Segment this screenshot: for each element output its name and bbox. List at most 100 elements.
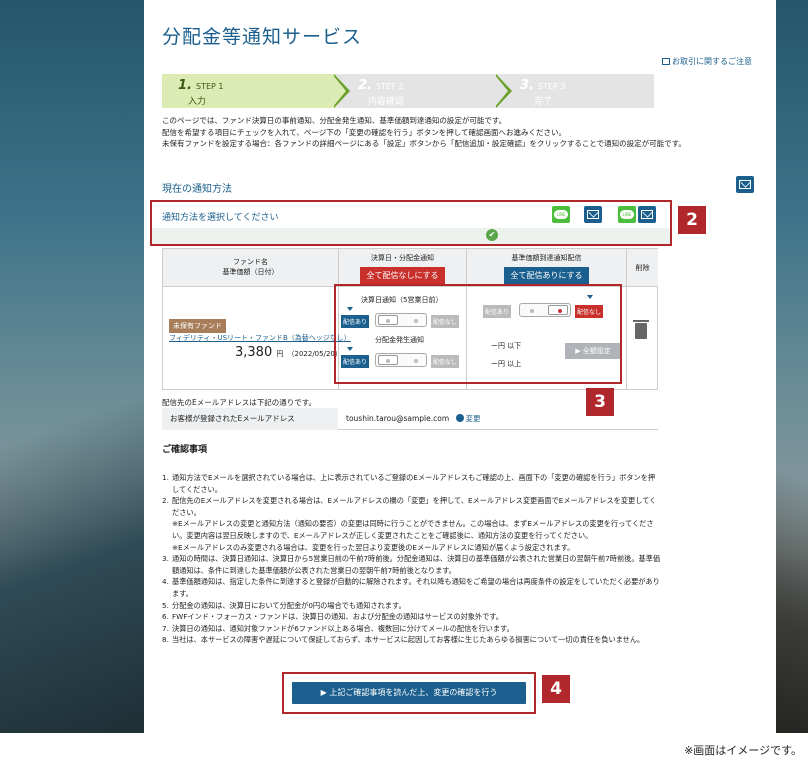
all-on-button[interactable]: 全て配信ありにする: [504, 267, 589, 284]
notice-link[interactable]: お取引に関するご注意: [662, 56, 752, 67]
note-item: 1. 通知方法でEメールを選択されている場合は、上に表示されているご登録のEメール…: [162, 472, 662, 495]
intro-line: 未保有ファンドを設定する場合：各ファンドの詳細ページにある「設定」ボタンから「配…: [162, 139, 686, 148]
threshold-header: 基準価額到達通知配信 全て配信ありにする: [467, 249, 627, 287]
note-item: 2. 配信先のEメールアドレスを変更される場合は、Eメールアドレスの欄の「変更」を…: [162, 495, 662, 518]
note-text: 配信先のEメールアドレスを変更される場合は、Eメールアドレスの欄の「変更」を押し…: [172, 496, 657, 517]
delete-header: 削除: [627, 249, 658, 287]
price-value: 3,380: [235, 345, 273, 360]
note-num: 8.: [162, 635, 169, 645]
fund-price: 3,380 円 （2022/05/20）: [235, 345, 342, 360]
confirm-highlight: ▶ 上記ご確認事項を読んだ上、変更の確認を行う: [282, 672, 536, 714]
line-icon-text: LINE: [554, 210, 568, 219]
callout-badge-4: 4: [542, 675, 570, 703]
note-text: 決算日の通知は、通知対象ファンドが6ファンド以上ある場合、複数回に分けてメールの…: [172, 623, 514, 633]
change-email-link[interactable]: 変更: [455, 414, 481, 423]
selection-strip: [152, 228, 670, 244]
step-1: 1. STEP 1 入力: [162, 74, 340, 108]
fund-name-link[interactable]: フィデリティ・USリート・ファンドB（為替ヘッジなし）: [169, 333, 351, 343]
note-num: 5.: [162, 600, 169, 610]
fund-cell: 未保有ファンド フィデリティ・USリート・ファンドB（為替ヘッジなし） 3,38…: [163, 287, 351, 389]
note-item: 4. 基準価額通知は、指定した条件に到達すると登録が自動的に解除されます。それ以降…: [162, 576, 662, 599]
email-value: toushin.tarou@sample.com: [346, 414, 450, 423]
line-option-icon[interactable]: LINE: [552, 206, 570, 223]
note-text: 通知の時間は、決算日通知は、決算日から5営業日前の午前7時前後。分配金通知は、決…: [172, 554, 661, 575]
note-text: ※Eメールアドレスのみ変更される場合は、変更を行った翌日より変更後のEメールアド…: [172, 542, 575, 552]
callout-badge-3: 3: [586, 388, 614, 416]
settle-header: 決算日・分配金通知 全て配信なしにする: [339, 249, 467, 287]
current-mail-icon: [736, 176, 754, 193]
note-text: 当社は、本サービスの障害や遅延について保証しておらず、本サービスに起因してお客様…: [172, 635, 645, 645]
email-table: お客様が登録されたEメールアドレス toushin.tarou@sample.c…: [162, 408, 658, 430]
note-num: 2.: [162, 496, 169, 506]
step-1-label: STEP 1: [195, 82, 224, 91]
price-unit: 円: [276, 350, 284, 358]
fund-header-name: ファンド名: [233, 258, 268, 266]
note-text: 分配金の通知は、決算日において分配金が0円の場合でも通知されます。: [172, 600, 406, 610]
line-icon-text: LINE: [620, 210, 634, 219]
footnote: ※画面はイメージです。: [684, 744, 802, 757]
step-2-sub: 内容確認: [368, 97, 405, 107]
step-arrow-inner: [332, 74, 346, 108]
page-title: 分配金等通知サービス: [162, 26, 363, 48]
step-1-sub: 入力: [188, 97, 207, 107]
step-1-num: 1.: [178, 78, 192, 93]
note-num: 7.: [162, 623, 169, 633]
fund-header: ファンド名 基準価額（日付）: [163, 249, 339, 287]
step-arrow-inner: [494, 74, 508, 108]
intro-line: 配信を希望する項目にチェックを入れて、ページ下の「変更の確認を行う」ボタンを押し…: [162, 127, 567, 137]
note-text: FWFインド・フォーカス・ファンドは、決算日の通知、および分配金の通知はサービス…: [172, 612, 503, 622]
note-num: 1.: [162, 473, 169, 482]
step-2: 2. STEP 2 内容確認: [336, 74, 500, 108]
main-panel: 分配金等通知サービス お取引に関するご注意 1. STEP 1 入力 2. STEP…: [144, 0, 776, 733]
confirm-changes-button[interactable]: ▶ 上記ご確認事項を読んだ上、変更の確認を行う: [292, 682, 526, 704]
step-2-label: STEP 2: [375, 82, 404, 91]
step-indicator: 1. STEP 1 入力 2. STEP 2 内容確認 3. STEP 3 完了: [162, 74, 654, 108]
note-subitem: ※Eメールアドレスのみ変更される場合は、変更を行った翌日より変更後のEメールアド…: [162, 542, 662, 554]
note-text: ※Eメールアドレスの変更と通知方法（通知の要否）の変更は同時に行うことができませ…: [172, 519, 654, 540]
note-item: 3. 通知の時間は、決算日通知は、決算日から5営業日前の午前7時前後。分配金通知は…: [162, 553, 662, 576]
change-email-label: 変更: [465, 414, 481, 423]
note-item: 6. FWFインド・フォーカス・ファンドは、決算日の通知、および分配金の通知はサー…: [162, 611, 662, 623]
step-3-sub: 完了: [534, 97, 553, 107]
note-item: 7. 決算日の通知は、通知対象ファンドが6ファンド以上ある場合、複数回に分けてメー…: [162, 623, 662, 635]
email-note: 配信先のEメールアドレスは下記の通りです。: [162, 398, 316, 407]
line-mail-option-mail-icon[interactable]: [638, 206, 656, 223]
confirm-title: ご確認事項: [162, 445, 208, 455]
note-item: 5. 分配金の通知は、決算日において分配金が0円の場合でも通知されます。: [162, 600, 662, 612]
confirm-notes: 1. 通知方法でEメールを選択されている場合は、上に表示されているご登録のEメール…: [162, 472, 662, 646]
step-3-num: 3.: [520, 78, 534, 93]
settle-header-label: 決算日・分配金通知: [371, 254, 434, 262]
select-method-label: 通知方法を選択してください: [162, 213, 279, 223]
window-icon: [662, 58, 670, 65]
intro-line: このページでは、ファンド決算日の事前通知、分配金発生通知、基準価額到達通知の設定…: [162, 116, 507, 125]
check-icon: ✔: [486, 229, 498, 241]
note-num: 3.: [162, 554, 169, 564]
note-num: 4.: [162, 577, 169, 587]
fund-header-price: 基準価額（日付）: [222, 268, 279, 276]
line-mail-option-line-icon[interactable]: LINE: [618, 206, 636, 223]
current-method-heading: 現在の通知方法: [162, 184, 232, 195]
delete-cell: [627, 287, 658, 389]
note-num: 6.: [162, 612, 169, 622]
note-text: 基準価額通知は、指定した条件に到達すると登録が自動的に解除されます。それ以降も通…: [172, 577, 660, 598]
step-2-num: 2.: [358, 78, 372, 93]
note-text: 通知方法でEメールを選択されている場合は、上に表示されているご登録のEメールアド…: [172, 473, 656, 494]
email-value-row: toushin.tarou@sample.com 変更: [346, 408, 481, 430]
unowned-badge: 未保有ファンド: [169, 319, 226, 333]
mail-option-icon[interactable]: [584, 206, 602, 223]
background-mountain-left: [0, 300, 150, 733]
note-item: 8. 当社は、本サービスの障害や遅延について保証しておらず、本サービスに起因してお…: [162, 634, 662, 646]
trash-icon[interactable]: [633, 320, 649, 339]
email-header: お客様が登録されたEメールアドレス: [162, 408, 338, 430]
intro-text: このページでは、ファンド決算日の事前通知、分配金発生通知、基準価額到達通知の設定…: [162, 115, 762, 150]
highlight-toggles: [334, 284, 622, 384]
note-subitem: ※Eメールアドレスの変更と通知方法（通知の要否）の変更は同時に行うことができませ…: [162, 518, 662, 541]
step-3: 3. STEP 3 完了: [498, 74, 654, 108]
all-off-button[interactable]: 全て配信なしにする: [360, 267, 445, 284]
callout-badge-2: 2: [678, 206, 706, 234]
select-method-box: 通知方法を選択してください LINE LINE ✔: [150, 200, 672, 246]
notice-link-label: お取引に関するご注意: [672, 57, 752, 66]
step-3-label: STEP 3: [537, 82, 566, 91]
arrow-circle-icon: [455, 414, 464, 422]
threshold-header-label: 基準価額到達通知配信: [511, 254, 582, 262]
